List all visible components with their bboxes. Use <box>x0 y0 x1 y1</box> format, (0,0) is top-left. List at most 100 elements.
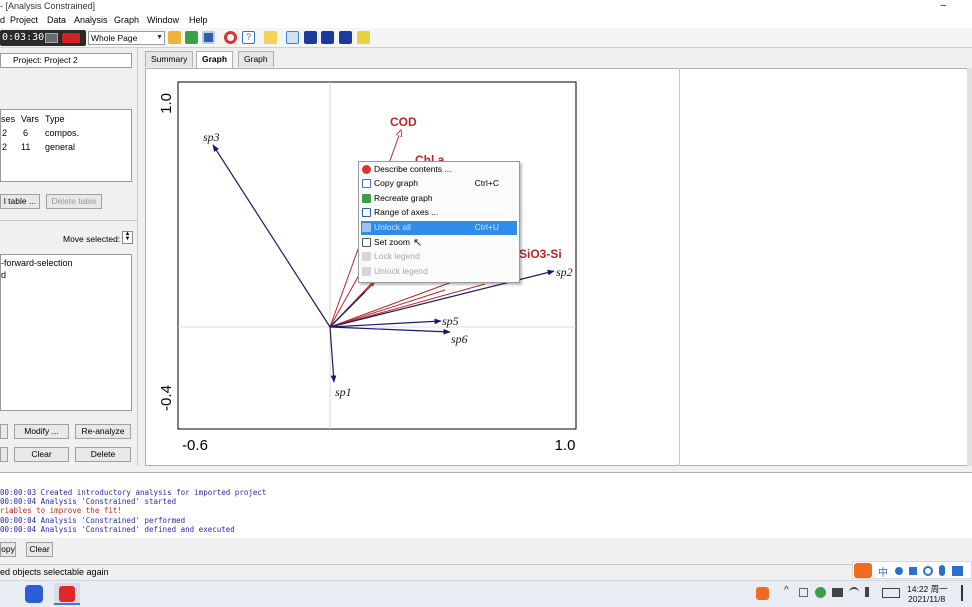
y-max-tick-label: 1.0 <box>158 93 175 114</box>
camera-icon[interactable] <box>45 33 58 43</box>
tray-360-icon[interactable] <box>815 587 826 598</box>
species-label-sp1: sp1 <box>335 385 352 399</box>
delete-table-button[interactable]: Delete table <box>46 194 102 209</box>
moon-icon[interactable] <box>895 567 903 575</box>
log-line: 00:00:04 Analysis 'Constrained' defined … <box>0 525 235 534</box>
punctuation-icon[interactable] <box>909 567 917 575</box>
table-header-type: Type <box>45 114 65 124</box>
table-cell: 2 <box>2 142 8 152</box>
analyses-list[interactable]: -forward-selection d <box>0 254 132 411</box>
menu-project[interactable]: Project <box>10 15 38 25</box>
input-method-icon[interactable] <box>882 588 900 598</box>
recorder-time: 0:03:30 <box>2 32 45 43</box>
text-style-icon[interactable] <box>264 31 277 44</box>
add-text-icon[interactable] <box>321 31 334 44</box>
menu-item-copy-graph[interactable]: Copy graph Ctrl+C <box>361 177 517 191</box>
menu-window[interactable]: Window <box>147 15 179 25</box>
axes-range-icon <box>362 208 371 217</box>
copy-log-button[interactable]: opy <box>0 542 16 557</box>
x-min-tick-label: -0.6 <box>182 437 208 454</box>
wifi-icon[interactable] <box>849 587 859 597</box>
move-selected-spinner[interactable]: ▲ ▼ <box>122 231 133 244</box>
reanalyze-button[interactable]: Re-analyze <box>75 424 131 439</box>
table-header-cases: ses <box>1 114 16 124</box>
minimize-button[interactable]: – <box>940 0 946 11</box>
list-item[interactable]: -forward-selection <box>1 258 73 268</box>
microphone-icon[interactable] <box>939 565 945 576</box>
log-line: 00:00:04 Analysis 'Constrained' started <box>0 497 177 506</box>
modify-button[interactable]: Modify ... <box>14 424 69 439</box>
menu-item-lock-legend[interactable]: Lock legend <box>361 250 517 264</box>
menu-data[interactable]: Data <box>47 15 66 25</box>
move-selected-label: Move selected: <box>63 234 121 244</box>
menu-item-recreate-graph[interactable]: Recreate graph <box>361 192 517 206</box>
species-label-sp3: sp3 <box>203 130 220 144</box>
status-text: ed objects selectable again <box>0 567 109 577</box>
add-table-button[interactable]: l table ... <box>0 194 40 209</box>
tray-expand-icon[interactable]: ^ <box>784 585 789 596</box>
vertical-scrollbar[interactable] <box>967 68 972 466</box>
menu-analysis[interactable]: Analysis <box>74 15 108 25</box>
data-tables-list[interactable]: ses Vars Type 2 6 compos. 2 11 general <box>0 109 132 182</box>
tab-graph-2[interactable]: Graph 2 <box>238 51 274 79</box>
menu-help[interactable]: Help <box>189 15 208 25</box>
menu-graph[interactable]: Graph <box>114 15 139 25</box>
ime-toolbar[interactable]: 中 <box>852 561 972 579</box>
new-analysis-button[interactable] <box>0 424 8 439</box>
menu-item-describe-contents[interactable]: Describe contents ... <box>361 163 517 177</box>
x-max-tick-label: 1.0 <box>555 437 576 454</box>
env-label-sio3: SiO3-Si <box>519 247 562 261</box>
tab-graph-1[interactable]: Graph 1 <box>196 51 234 79</box>
project-name-field[interactable]: Project: Project 2 <box>0 53 132 68</box>
ime-mode-label[interactable]: 中 <box>878 564 888 579</box>
battery-icon[interactable] <box>832 588 843 597</box>
menu-file[interactable]: d <box>0 15 5 25</box>
info-icon <box>362 165 371 174</box>
menu-item-unlock-all[interactable]: Unlock all Ctrl+U <box>361 221 517 235</box>
unlock-icon <box>362 223 371 232</box>
folder-icon[interactable] <box>168 31 181 44</box>
sogou-logo-icon[interactable] <box>854 563 872 578</box>
volume-icon[interactable] <box>865 587 875 597</box>
menu-item-set-zoom[interactable]: Set zoom ↖ <box>361 236 517 250</box>
tray-app-icon[interactable] <box>799 588 808 597</box>
species-label-sp6: sp6 <box>451 332 468 346</box>
lifebuoy-icon[interactable] <box>224 31 237 44</box>
clock-date[interactable]: 2021/11/8 <box>908 594 945 604</box>
delete-button[interactable]: Delete <box>75 447 131 462</box>
menu-item-unlock-legend[interactable]: Unlock legend <box>361 265 517 279</box>
graph-context-menu: Describe contents ... Copy graph Ctrl+C … <box>358 161 520 283</box>
clear-button[interactable]: Clear <box>14 447 69 462</box>
record-icon[interactable] <box>62 33 80 43</box>
add-line-icon[interactable] <box>339 31 352 44</box>
log-panel[interactable]: 00:00:03 Created introductory analysis f… <box>0 472 972 538</box>
add-arrow-icon[interactable] <box>304 31 317 44</box>
app-g-icon[interactable] <box>25 585 43 603</box>
save-icon[interactable] <box>202 31 215 44</box>
notification-icon[interactable] <box>961 585 969 601</box>
clear-log-button[interactable]: Clear <box>26 542 53 557</box>
screen-recorder-widget[interactable]: 0:03:30 <box>0 30 86 46</box>
zoom-select[interactable]: Whole Page ▼ <box>88 31 165 45</box>
help-icon[interactable]: ? <box>242 31 255 44</box>
tab-summary[interactable]: Summary <box>145 51 194 67</box>
highlighter-icon[interactable] <box>357 31 370 44</box>
sogou-tray-icon[interactable] <box>756 587 769 600</box>
shortcut-text: Ctrl+U <box>474 222 499 232</box>
refresh-icon[interactable] <box>185 31 198 44</box>
keyboard-icon[interactable] <box>952 566 963 576</box>
table-header-vars: Vars <box>21 114 39 124</box>
table-cell: general <box>45 142 76 152</box>
chevron-down-icon: ▼ <box>156 34 163 41</box>
divider <box>0 220 138 221</box>
list-item[interactable]: d <box>1 270 6 280</box>
mouse-cursor-icon: ↖ <box>413 237 423 249</box>
table-cell: 6 <box>23 128 29 138</box>
page-boundary <box>679 68 680 466</box>
zoom-select-value: Whole Page <box>91 33 138 43</box>
menu-item-range-of-axes[interactable]: Range of axes ... <box>361 206 517 220</box>
shortcut-text: Ctrl+C <box>474 178 499 188</box>
copy-analysis-button[interactable] <box>0 447 8 462</box>
pointer-icon[interactable] <box>286 31 299 44</box>
emoji-icon[interactable] <box>923 566 933 576</box>
